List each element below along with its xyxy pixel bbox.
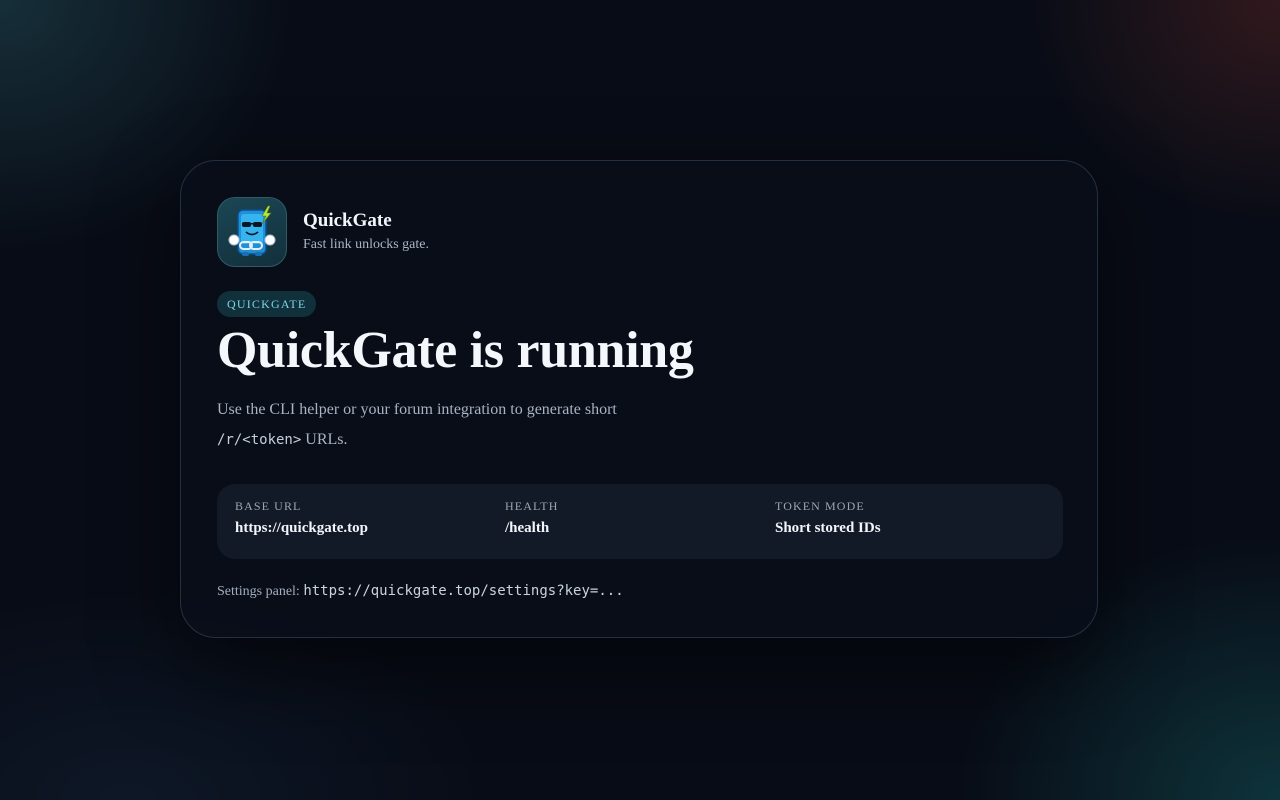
app-name: QuickGate [303,210,392,231]
settings-panel-line: Settings panel: https://quickgate.top/se… [217,579,624,604]
robot-mascot-logo-icon [217,197,287,267]
description-text: Use the CLI helper or your forum integra… [217,395,677,455]
app-tagline: Fast link unlocks gate. [303,237,429,252]
brand-text: QuickGate Fast link unlocks gate. [303,209,429,255]
page-title: QuickGate is running [217,322,694,379]
description-text-before: Use the CLI helper or your forum integra… [217,401,617,418]
info-base-url: BASE URL https://quickgate.top [235,498,505,559]
settings-label: Settings panel: [217,584,304,599]
info-panel: BASE URL https://quickgate.top HEALTH /h… [217,484,1063,559]
info-value: Short stored IDs [775,520,881,536]
info-health: HEALTH /health [505,498,775,559]
info-value: /health [505,520,550,536]
brand-header: QuickGate Fast link unlocks gate. [217,197,429,267]
info-label: BASE URL [235,499,302,513]
description-text-after: URLs. [301,431,348,448]
info-token-mode: TOKEN MODE Short stored IDs [775,498,1045,559]
info-label: HEALTH [505,499,559,513]
info-label: TOKEN MODE [775,499,865,513]
token-path-code: /r/<token> [217,432,302,448]
info-value: https://quickgate.top [235,520,368,536]
product-badge: QUICKGATE [217,291,317,317]
status-card: QuickGate Fast link unlocks gate. QUICKG… [180,160,1098,638]
settings-url: https://quickgate.top/settings?key=... [303,583,624,599]
